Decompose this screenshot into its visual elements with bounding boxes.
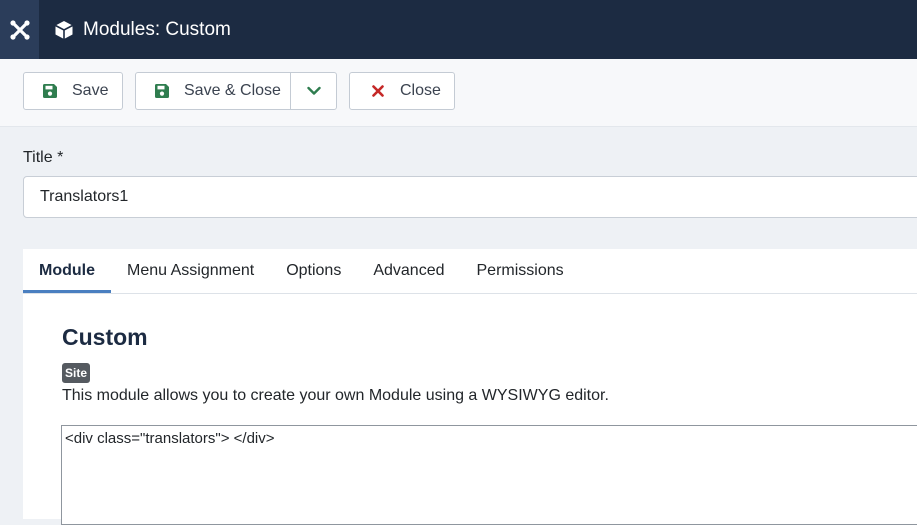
save-close-button[interactable]: Save & Close <box>184 82 281 100</box>
page-title-text: Modules: Custom <box>83 18 231 40</box>
module-description: This module allows you to create your ow… <box>62 387 609 404</box>
tab-permissions[interactable]: Permissions <box>461 249 580 293</box>
close-button[interactable]: Close <box>349 72 455 110</box>
joomla-logo[interactable] <box>0 0 39 59</box>
chevron-down-icon <box>306 86 321 95</box>
joomla-logo-icon <box>9 19 30 40</box>
title-label: Title * <box>23 149 64 166</box>
module-heading: Custom <box>62 324 148 350</box>
cube-icon <box>54 20 74 40</box>
save-close-button-group: Save & Close <box>135 72 337 110</box>
page-title: Modules: Custom <box>54 19 231 41</box>
tab-advanced[interactable]: Advanced <box>357 249 460 293</box>
tab-options[interactable]: Options <box>270 249 357 293</box>
tab-module[interactable]: Module <box>23 249 111 293</box>
save-icon <box>154 84 170 98</box>
toolbar: Save Save & Close Close <box>0 59 917 127</box>
close-icon <box>370 85 386 97</box>
save-options-dropdown[interactable] <box>291 73 336 109</box>
title-input[interactable] <box>23 176 917 218</box>
save-button[interactable]: Save <box>23 72 123 110</box>
tab-menu-assignment[interactable]: Menu Assignment <box>111 249 270 293</box>
tab-bar: Module Menu Assignment Options Advanced … <box>23 249 917 294</box>
save-icon <box>42 84 58 98</box>
close-label: Close <box>400 82 441 99</box>
save-label: Save <box>72 82 109 99</box>
site-badge: Site <box>62 363 91 383</box>
content-editor[interactable]: <div class="translators"> </div> <box>61 425 917 525</box>
module-panel: Module Menu Assignment Options Advanced … <box>23 249 917 525</box>
header-bar: Modules: Custom <box>0 0 917 59</box>
